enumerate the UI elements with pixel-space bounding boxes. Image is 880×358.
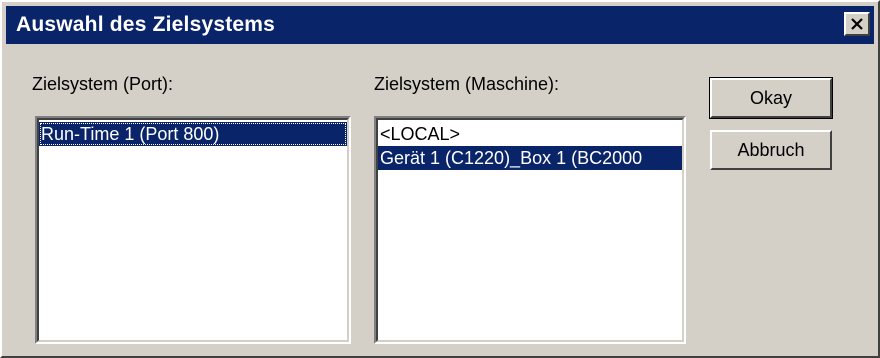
okay-button[interactable]: Okay — [709, 77, 833, 119]
port-list-item[interactable]: Run-Time 1 (Port 800) — [39, 122, 347, 146]
machine-list-item-local[interactable]: <LOCAL> — [378, 122, 682, 146]
title-bar[interactable]: Auswahl des Zielsystems — [6, 6, 874, 44]
cancel-button[interactable]: Abbruch — [710, 130, 832, 170]
dialog-window: Auswahl des Zielsystems Zielsystem (Port… — [0, 0, 880, 358]
machine-listbox[interactable]: <LOCAL> Gerät 1 (C1220)_Box 1 (BC2000 — [374, 116, 686, 344]
window-title: Auswahl des Zielsystems — [16, 13, 276, 36]
port-label: Zielsystem (Port): — [32, 74, 174, 94]
close-button[interactable] — [844, 12, 870, 36]
close-icon — [850, 18, 864, 30]
machine-label: Zielsystem (Maschine): — [374, 74, 560, 94]
port-listbox[interactable]: Run-Time 1 (Port 800) — [35, 116, 351, 344]
machine-list-item-device[interactable]: Gerät 1 (C1220)_Box 1 (BC2000 — [378, 146, 682, 170]
